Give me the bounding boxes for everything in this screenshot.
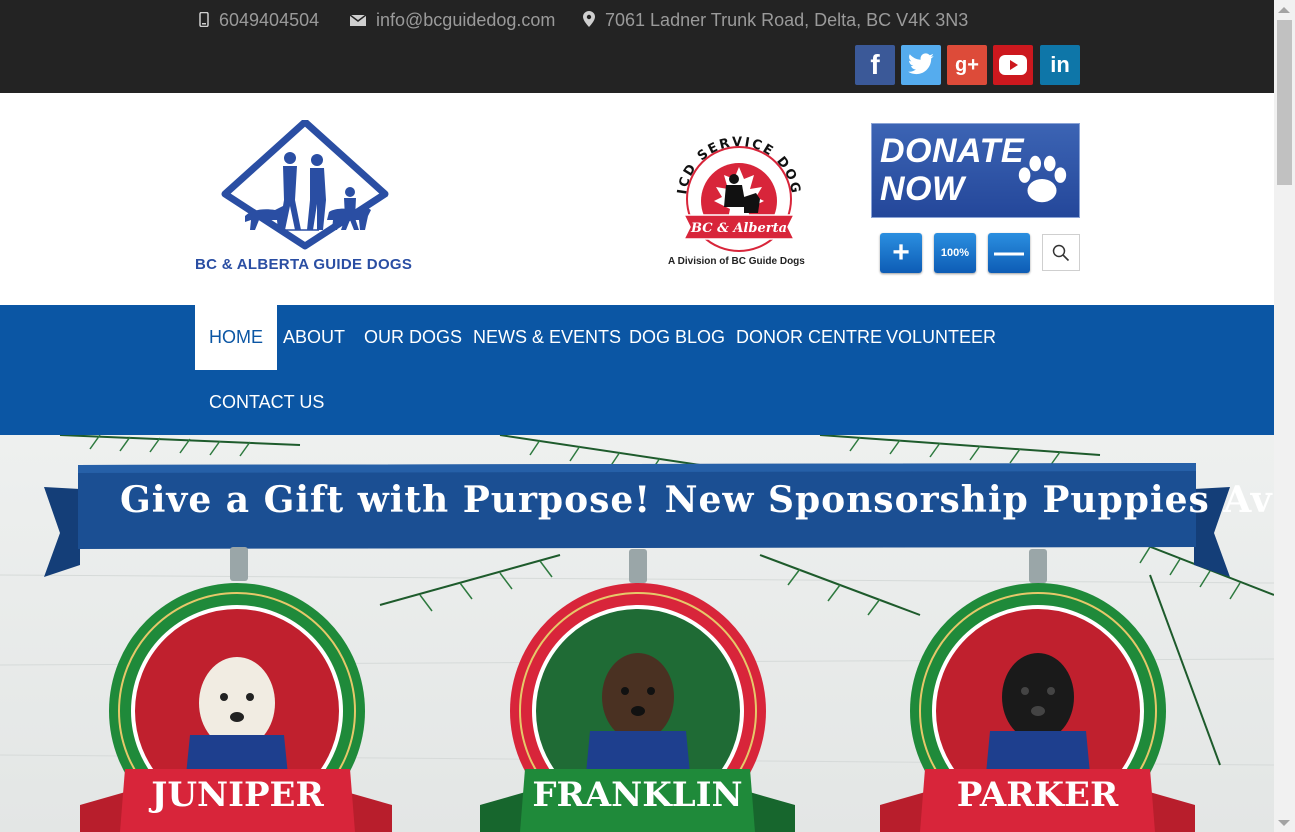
address-text: 7061 Ladner Trunk Road, Delta, BC V4K 3N… [605,10,969,30]
search-button[interactable] [1042,234,1080,271]
nav-item-contact-us[interactable]: CONTACT US [195,370,338,435]
nav-item-news-events[interactable]: NEWS & EVENTS [459,305,635,370]
logo-wordmark: BC & ALBERTA GUIDE DOGS [195,256,413,273]
nav-item-home[interactable]: HOME [195,305,277,370]
donate-now-button[interactable]: DONATE NOW [871,123,1080,218]
search-icon [1052,244,1070,261]
hero-headline: Give a Gift with Purpose! New Sponsorshi… [120,479,1274,521]
scrollbar-thumb[interactable] [1277,20,1292,185]
phone-icon [199,11,209,30]
paw-print-icon [1018,155,1067,203]
contact-address: 7061 Ladner Trunk Road, Delta, BC V4K 3N… [583,10,968,31]
nav-item-our-dogs[interactable]: OUR DOGS [350,305,476,370]
scroll-down-arrow-icon[interactable] [1278,820,1290,826]
vertical-scrollbar[interactable] [1274,0,1295,832]
puppy-name-juniper: JUNIPER [151,775,324,815]
nav-item-donor-centre[interactable]: DONOR CENTRE [722,305,896,370]
contact-email[interactable]: info@bcguidedog.com [349,10,555,31]
scroll-up-arrow-icon[interactable] [1278,7,1290,13]
decrease-text-size-button[interactable]: — [988,233,1030,273]
nav-item-volunteer[interactable]: VOLUNTEER [872,305,1010,370]
linkedin-icon[interactable]: in [1040,45,1080,85]
hero-banner[interactable]: Give a Gift with Purpose! New Sponsorshi… [0,435,1274,832]
nav-item-dog-blog[interactable]: DOG BLOG [615,305,739,370]
vicd-badge-icon: VICD SERVICE DOGS BC & Alberta [658,112,801,252]
donate-label: DONATE NOW [880,132,1025,208]
phone-number[interactable]: 6049404504 [219,10,319,31]
top-bar: 6049404504 info@bcguidedog.com 7061 Ladn… [0,0,1274,93]
vicd-ribbon-text: BC & Alberta [690,221,787,236]
email-address[interactable]: info@bcguidedog.com [376,10,555,31]
reset-text-size-button[interactable]: 100% [934,233,976,273]
youtube-icon[interactable] [993,45,1033,85]
bc-alberta-guide-dogs-logo[interactable]: BC & ALBERTA GUIDE DOGS [193,118,428,275]
puppy-name-franklin: FRANKLIN [532,775,743,815]
nav-item-about[interactable]: ABOUT [269,305,359,370]
puppy-name-parker: PARKER [956,775,1119,815]
main-navigation: HOME ABOUT OUR DOGS NEWS & EVENTS DOG BL… [0,305,1274,435]
facebook-icon[interactable]: f [855,45,895,85]
twitter-icon[interactable] [901,45,941,85]
increase-text-size-button[interactable]: + [880,233,922,273]
google-plus-icon[interactable]: g+ [947,45,987,85]
guide-dogs-emblem-icon [221,118,389,250]
map-pin-icon [583,11,595,30]
vicd-service-dogs-logo[interactable]: VICD SERVICE DOGS BC & Alberta A Divisio… [658,112,814,273]
envelope-icon [349,13,367,29]
contact-phone[interactable]: 6049404504 [199,10,319,31]
site-header: BC & ALBERTA GUIDE DOGS VICD SERVICE DOG… [0,93,1274,305]
vicd-division-text: A Division of BC Guide Dogs [668,256,805,267]
